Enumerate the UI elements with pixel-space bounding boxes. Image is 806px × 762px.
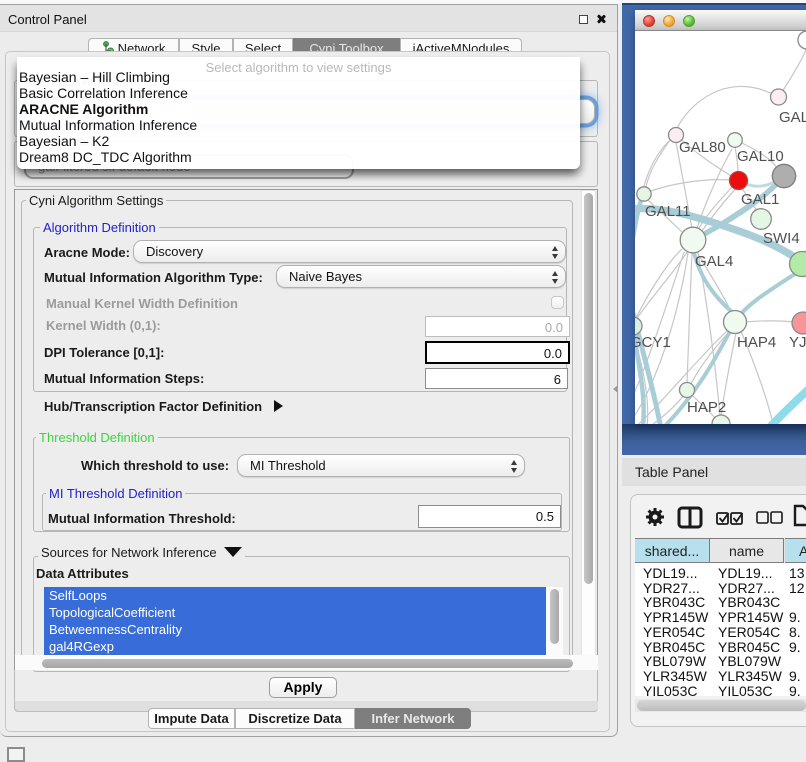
svg-text:GAL11: GAL11 (645, 203, 691, 220)
svg-text:GAL1: GAL1 (741, 191, 779, 208)
svg-text:GAL4: GAL4 (695, 253, 733, 270)
svg-text:SWI4: SWI4 (763, 230, 800, 247)
svg-text:GAL7: GAL7 (779, 109, 806, 126)
svg-text:YJ: YJ (789, 334, 806, 351)
svg-text:GCY1: GCY1 (635, 334, 671, 351)
svg-text:HAP2: HAP2 (687, 399, 726, 416)
svg-text:GAL80: GAL80 (679, 139, 726, 156)
svg-text:HAP4: HAP4 (737, 334, 776, 351)
svg-text:GAL10: GAL10 (737, 148, 784, 165)
